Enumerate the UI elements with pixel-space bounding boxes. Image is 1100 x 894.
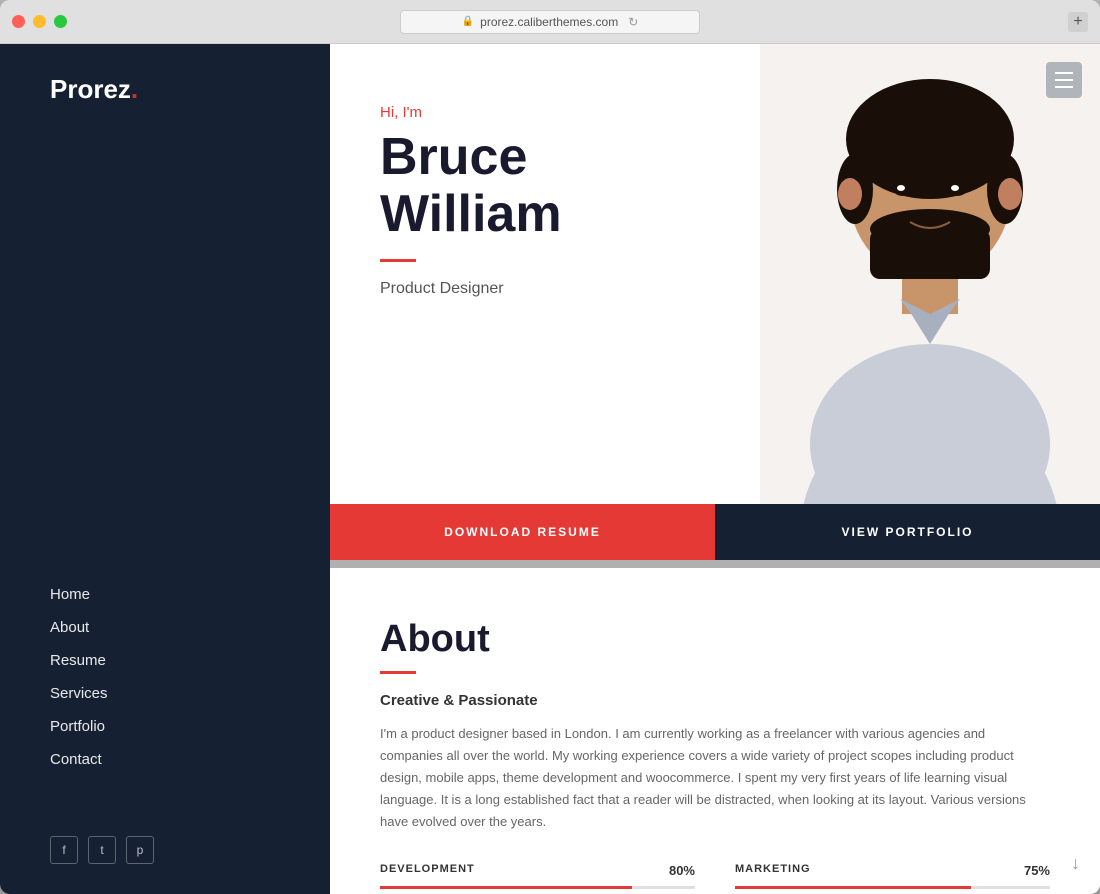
hero-greeting: Hi, I'm bbox=[380, 104, 640, 121]
hero-text: Hi, I'm Bruce William Product Designer bbox=[330, 44, 690, 338]
about-subtitle: Creative & Passionate bbox=[380, 692, 1050, 709]
hamburger-line-1 bbox=[1055, 72, 1073, 74]
sidebar-nav: Home About Resume Services Portfolio Con… bbox=[0, 578, 330, 776]
hamburger-line-2 bbox=[1055, 79, 1073, 81]
skill-marketing-header: MARKETING 75% bbox=[735, 863, 1050, 878]
refresh-icon[interactable]: ↻ bbox=[628, 15, 638, 29]
skill-marketing: MARKETING 75% bbox=[735, 863, 1050, 889]
pinterest-button[interactable]: p bbox=[126, 836, 154, 864]
hero-name: Bruce William bbox=[380, 129, 640, 243]
browser-content: Prorez. Home About Resume Services Portf… bbox=[0, 44, 1100, 894]
main-content: Hi, I'm Bruce William Product Designer bbox=[330, 44, 1100, 894]
skill-marketing-percent: 75% bbox=[1024, 863, 1050, 878]
about-section: About Creative & Passionate I'm a produc… bbox=[330, 568, 1100, 894]
about-title: About bbox=[380, 618, 1050, 661]
skill-development-header: DEVELOPMENT 80% bbox=[380, 863, 695, 878]
sidebar-social: f t p bbox=[0, 836, 330, 864]
sidebar-item-about[interactable]: About bbox=[50, 611, 330, 644]
main-wrapper: Hi, I'm Bruce William Product Designer bbox=[330, 44, 1100, 894]
hamburger-menu[interactable] bbox=[1046, 62, 1082, 98]
portrait-svg bbox=[760, 44, 1100, 504]
skill-development-bar-bg bbox=[380, 886, 695, 889]
sidebar: Prorez. Home About Resume Services Portf… bbox=[0, 44, 330, 894]
about-divider bbox=[380, 671, 416, 674]
mac-window: 🔒 prorez.caliberthemes.com ↻ + Prorez. H… bbox=[0, 0, 1100, 894]
hero-portrait bbox=[760, 44, 1100, 504]
url-text: prorez.caliberthemes.com bbox=[480, 15, 618, 29]
skill-development-name: DEVELOPMENT bbox=[380, 863, 475, 878]
sidebar-item-resume[interactable]: Resume bbox=[50, 644, 330, 677]
sidebar-item-home[interactable]: Home bbox=[50, 578, 330, 611]
sidebar-logo: Prorez. bbox=[0, 74, 330, 105]
skill-development-bar-fill bbox=[380, 886, 632, 889]
sidebar-item-contact[interactable]: Contact bbox=[50, 743, 330, 776]
skill-marketing-name: MARKETING bbox=[735, 863, 811, 878]
view-portfolio-button[interactable]: VIEW PORTFOLIO bbox=[715, 504, 1100, 560]
twitter-icon: t bbox=[100, 843, 103, 857]
skill-marketing-bar-bg bbox=[735, 886, 1050, 889]
lock-icon: 🔒 bbox=[462, 16, 474, 27]
cta-buttons: DOWNLOAD RESUME VIEW PORTFOLIO bbox=[330, 504, 1100, 560]
skill-development-percent: 80% bbox=[669, 863, 695, 878]
scroll-indicator[interactable]: ↓ bbox=[1071, 853, 1080, 874]
portrait-background bbox=[760, 44, 1100, 504]
download-resume-button[interactable]: DOWNLOAD RESUME bbox=[330, 504, 715, 560]
hamburger-line-3 bbox=[1055, 86, 1073, 88]
skill-marketing-bar-fill bbox=[735, 886, 971, 889]
hero-job-title: Product Designer bbox=[380, 280, 640, 298]
about-body: I'm a product designer based in London. … bbox=[380, 723, 1050, 833]
hero-divider bbox=[380, 259, 416, 262]
sidebar-item-services[interactable]: Services bbox=[50, 677, 330, 710]
minimize-button[interactable] bbox=[33, 15, 46, 28]
facebook-icon: f bbox=[62, 843, 65, 857]
close-button[interactable] bbox=[12, 15, 25, 28]
pinterest-icon: p bbox=[137, 843, 144, 857]
facebook-button[interactable]: f bbox=[50, 836, 78, 864]
new-tab-button[interactable]: + bbox=[1068, 12, 1088, 32]
window-controls bbox=[12, 15, 67, 28]
maximize-button[interactable] bbox=[54, 15, 67, 28]
logo-dot: . bbox=[131, 74, 138, 104]
titlebar: 🔒 prorez.caliberthemes.com ↻ + bbox=[0, 0, 1100, 44]
skills-row: DEVELOPMENT 80% MARKETING 75% bbox=[380, 863, 1050, 889]
hero-section: Hi, I'm Bruce William Product Designer bbox=[330, 44, 1100, 504]
sidebar-item-portfolio[interactable]: Portfolio bbox=[50, 710, 330, 743]
logo-text: Prorez. bbox=[50, 74, 138, 104]
url-bar[interactable]: 🔒 prorez.caliberthemes.com ↻ bbox=[400, 10, 700, 34]
twitter-button[interactable]: t bbox=[88, 836, 116, 864]
skill-development: DEVELOPMENT 80% bbox=[380, 863, 695, 889]
